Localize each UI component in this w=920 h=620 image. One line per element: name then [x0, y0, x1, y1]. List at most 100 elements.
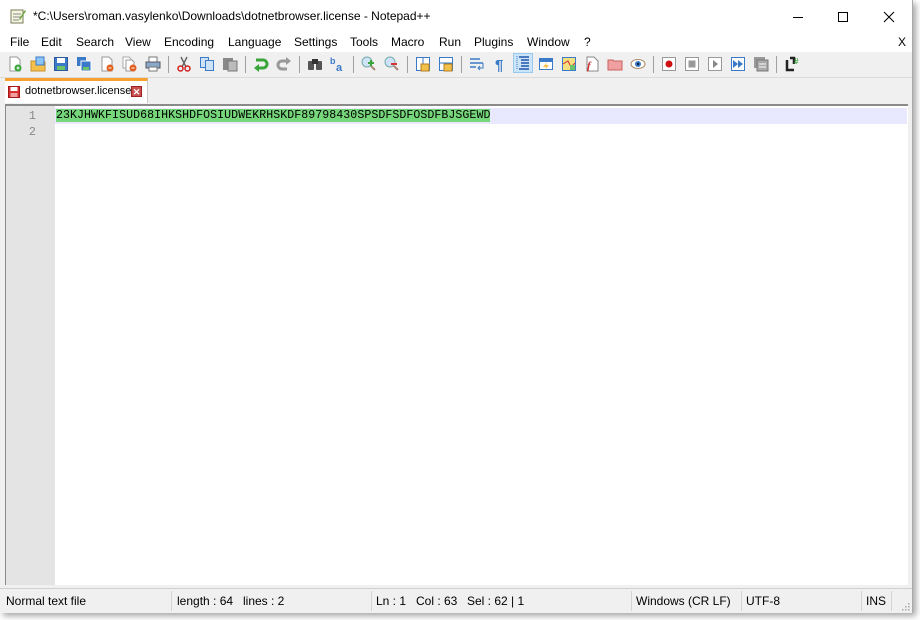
print-icon [145, 56, 161, 72]
svg-text:a: a [336, 62, 343, 72]
maximize-button[interactable] [820, 0, 866, 33]
status-ln: Ln : 1 [376, 594, 407, 608]
save-macro-button[interactable] [752, 55, 770, 73]
status-separator [371, 591, 372, 611]
start-recording-button[interactable] [660, 55, 678, 73]
scissors-icon [177, 56, 191, 72]
resize-grip-icon[interactable] [900, 601, 910, 611]
menu-file[interactable]: File [10, 35, 29, 49]
status-lines: lines : 2 [243, 594, 285, 608]
close-window-button[interactable] [866, 0, 912, 33]
toolbar-separator [299, 56, 300, 73]
code-line[interactable]: 23KJHWKFISUD68IHKSHDFOSIUDWEKRHSKDF89798… [56, 109, 491, 122]
open-file-button[interactable] [29, 55, 47, 73]
paste-button[interactable] [221, 55, 239, 73]
menu-encoding[interactable]: Encoding [164, 35, 214, 49]
save-button[interactable] [52, 55, 70, 73]
menu-language[interactable]: Language [228, 35, 281, 49]
close-file-icon [101, 56, 114, 72]
close-button[interactable] [98, 55, 116, 73]
copy-icon [200, 57, 214, 71]
menu-edit[interactable]: Edit [41, 35, 62, 49]
document-map-icon [562, 57, 576, 71]
eye-icon [630, 59, 646, 69]
folder-as-workspace-button[interactable] [606, 55, 624, 73]
toolbar-separator [407, 56, 408, 73]
monitoring-button[interactable] [629, 55, 647, 73]
indent-guide-button[interactable] [513, 53, 533, 73]
title-bar: *C:\Users\roman.vasylenko\Downloads\dotn… [0, 0, 912, 33]
print-button[interactable] [144, 55, 162, 73]
tab-dotnetbrowser-license[interactable]: dotnetbrowser.license ✕ [5, 78, 148, 103]
menu-macro[interactable]: Macro [391, 35, 424, 49]
menu-plugins[interactable]: Plugins [474, 35, 513, 49]
folder-icon [607, 59, 623, 71]
minimize-button[interactable] [775, 0, 821, 33]
sync-vertical-scroll-button[interactable] [414, 55, 432, 73]
menu-window[interactable]: Window [527, 35, 570, 49]
menu-settings[interactable]: Settings [294, 35, 337, 49]
status-bar: Normal text file length : 64 lines : 2 L… [0, 588, 912, 613]
stop-recording-button[interactable] [683, 55, 701, 73]
menu-run[interactable]: Run [439, 35, 461, 49]
line-number: 1 [28, 109, 36, 123]
open-folder-icon [30, 56, 46, 72]
status-col: Col : 63 [416, 594, 458, 608]
menu-search[interactable]: Search [76, 35, 114, 49]
save-macro-icon [754, 57, 769, 72]
redo-button[interactable] [275, 55, 293, 73]
unsaved-file-icon [8, 86, 20, 98]
replace-button[interactable]: ba [329, 55, 347, 73]
close-icon: ✕ [132, 87, 141, 97]
tab-close-button[interactable]: ✕ [131, 86, 142, 97]
record-icon [662, 57, 676, 71]
menu-tools[interactable]: Tools [350, 35, 378, 49]
undo-icon [254, 58, 269, 72]
replace-icon: ba [330, 56, 343, 72]
zoom-in-button[interactable] [360, 55, 378, 73]
document-map-button[interactable] [560, 55, 578, 73]
undo-button[interactable] [252, 55, 270, 73]
status-separator [741, 591, 742, 611]
close-all-button[interactable] [121, 55, 139, 73]
menu-bar: File Edit Search View Encoding Language … [0, 33, 912, 52]
new-file-button[interactable] [6, 55, 24, 73]
status-sel: Sel : 62 | 1 [467, 594, 525, 608]
status-encoding[interactable]: UTF-8 [746, 594, 780, 608]
status-separator [631, 591, 632, 611]
close-document-menu-button[interactable]: X [898, 35, 906, 49]
toolbar-separator [461, 56, 462, 73]
tab-bar: dotnetbrowser.license ✕ [0, 78, 912, 104]
user-defined-language-button[interactable] [537, 55, 555, 73]
menu-help[interactable]: ? [584, 35, 591, 49]
word-wrap-button[interactable] [468, 55, 486, 73]
notepad-plus-plus-icon [10, 9, 26, 24]
plugin-icon: # [785, 56, 799, 72]
status-insert-mode[interactable]: INS [866, 594, 886, 608]
status-length: length : 64 [177, 594, 234, 608]
selected-text[interactable]: 23KJHWKFISUD68IHKSHDFOSIUDWEKRHSKDF89798… [56, 109, 491, 122]
save-all-icon [77, 57, 92, 72]
copy-button[interactable] [198, 55, 216, 73]
status-eol[interactable]: Windows (CR LF) [636, 594, 731, 608]
editor-area[interactable]: 1 2 23KJHWKFISUD68IHKSHDFOSIUDWEKRHSKDF8… [5, 104, 908, 585]
function-list-icon: f [586, 56, 599, 72]
show-all-characters-button[interactable]: ¶ [491, 55, 509, 73]
function-list-button[interactable]: f [583, 55, 601, 73]
toolbar-separator [245, 56, 246, 73]
playback-button[interactable] [706, 55, 724, 73]
run-macro-multiple-button[interactable] [729, 55, 747, 73]
tab-label: dotnetbrowser.license [25, 85, 132, 97]
save-all-button[interactable] [75, 55, 93, 73]
plugin-admin-button[interactable]: # [783, 55, 801, 73]
zoom-out-button[interactable] [383, 55, 401, 73]
maximize-icon [838, 11, 848, 22]
menu-view[interactable]: View [125, 35, 151, 49]
new-file-icon [9, 56, 22, 72]
cut-button[interactable] [175, 55, 193, 73]
status-separator [171, 591, 172, 611]
svg-text:#: # [794, 57, 799, 66]
stop-icon [685, 57, 699, 71]
find-button[interactable] [306, 55, 324, 73]
sync-horizontal-scroll-button[interactable] [437, 55, 455, 73]
